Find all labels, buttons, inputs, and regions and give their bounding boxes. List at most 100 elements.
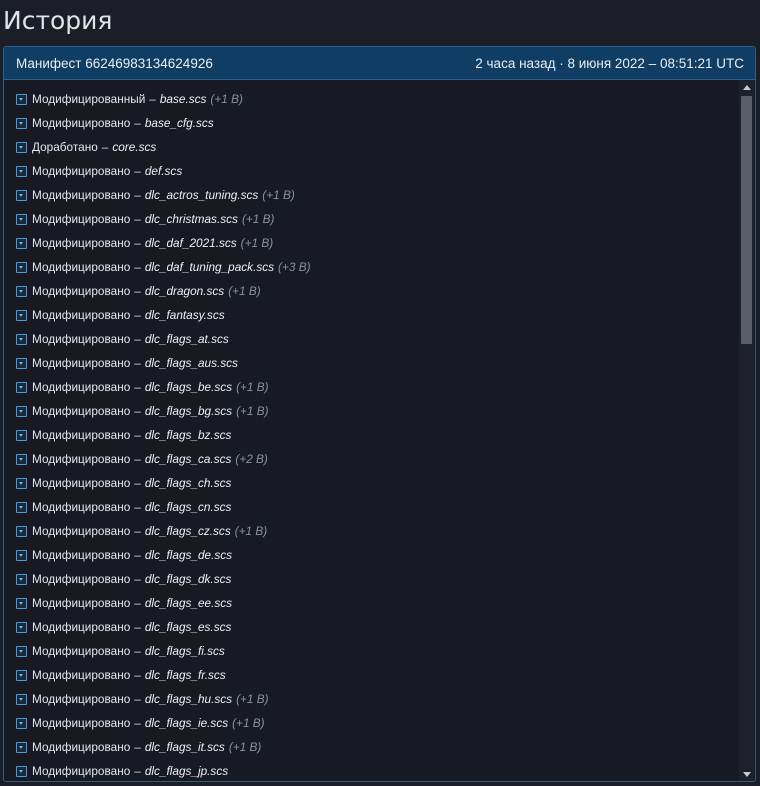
expand-icon[interactable] [16, 477, 27, 489]
expand-icon[interactable] [16, 597, 27, 609]
expand-icon[interactable] [16, 693, 27, 705]
expand-icon[interactable] [16, 333, 27, 345]
change-file: dlc_flags_ch.scs [144, 476, 232, 490]
expand-icon[interactable] [16, 189, 27, 201]
expand-icon[interactable] [16, 381, 27, 393]
change-item[interactable]: Модифицировано – dlc_daf_2021.scs (+1 B) [4, 231, 738, 255]
expand-icon[interactable] [16, 765, 27, 777]
change-file: dlc_daf_tuning_pack.scs [144, 260, 275, 274]
change-item[interactable]: Модифицировано – dlc_flags_fi.scs [4, 639, 738, 663]
change-separator: – [149, 92, 156, 106]
change-separator: – [101, 140, 109, 154]
expand-icon[interactable] [16, 669, 27, 681]
expand-icon[interactable] [16, 645, 27, 657]
change-item[interactable]: Модифицировано – base_cfg.scs [4, 111, 738, 135]
change-size-delta: (+1 B) [241, 212, 275, 226]
change-size-delta: (+1 B) [240, 236, 274, 250]
change-item[interactable]: Модифицировано – dlc_flags_de.scs [4, 543, 738, 567]
manifest-timestamp: 2 часа назад · 8 июня 2022 – 08:51:21 UT… [475, 55, 744, 71]
change-size-delta: (+1 B) [236, 404, 269, 418]
change-file: dlc_flags_cn.scs [144, 500, 232, 514]
change-action: Модифицировано [32, 332, 131, 346]
change-separator: – [134, 596, 141, 610]
change-item[interactable]: Модифицировано – dlc_flags_ca.scs (+2 B) [4, 447, 738, 471]
manifest-label: Манифест 66246983134624926 [16, 55, 213, 71]
change-item[interactable]: Модифицировано – dlc_flags_hu.scs (+1 B) [4, 687, 738, 711]
change-item[interactable]: Модифицировано – dlc_daf_tuning_pack.scs (+… [4, 255, 738, 279]
change-item[interactable]: Доработано – core.scs [4, 135, 738, 159]
change-item[interactable]: Модифицировано – dlc_actros_tuning.scs (+1 … [4, 183, 738, 207]
page-title: История [3, 6, 113, 35]
change-item[interactable]: Модифицировано – dlc_flags_jp.scs [4, 759, 738, 781]
change-action: Модифицировано [32, 164, 131, 178]
expand-icon[interactable] [16, 213, 27, 225]
change-separator: – [134, 524, 141, 538]
expand-icon[interactable] [16, 285, 27, 297]
expand-icon[interactable] [16, 741, 27, 753]
change-item[interactable]: Модифицировано – dlc_fantasy.scs [4, 303, 738, 327]
change-action: Модифицированный [32, 92, 146, 106]
change-size-delta: (+1 B) [232, 716, 265, 730]
change-item[interactable]: Модифицировано – dlc_flags_at.scs [4, 327, 738, 351]
change-file: dlc_flags_de.scs [144, 548, 233, 562]
expand-icon[interactable] [16, 429, 27, 441]
change-separator: – [134, 332, 141, 346]
change-separator: – [134, 164, 141, 178]
change-file: dlc_flags_dk.scs [144, 572, 232, 586]
expand-icon[interactable] [16, 261, 27, 273]
expand-icon[interactable] [16, 117, 27, 129]
change-size-delta: (+1 B) [236, 692, 269, 706]
expand-icon[interactable] [16, 573, 27, 585]
change-file: dlc_flags_cz.scs [144, 524, 231, 538]
change-item[interactable]: Модифицированный – base.scs (+1 B) [4, 87, 738, 111]
change-separator: – [134, 380, 141, 394]
change-item[interactable]: Модифицировано – dlc_flags_be.scs (+1 B) [4, 375, 738, 399]
change-item[interactable]: Модифицировано – dlc_flags_cn.scs [4, 495, 738, 519]
change-item[interactable]: Модифицировано – dlc_flags_ee.scs [4, 591, 738, 615]
change-separator: – [134, 716, 141, 730]
change-item[interactable]: Модифицировано – dlc_dragon.scs (+1 B) [4, 279, 738, 303]
expand-icon[interactable] [16, 405, 27, 417]
change-list: Модифицированный – base.scs (+1 B) Модифицир… [4, 80, 738, 781]
change-item[interactable]: Модифицировано – dlc_flags_dk.scs [4, 567, 738, 591]
expand-icon[interactable] [16, 93, 27, 105]
change-item[interactable]: Модифицировано – dlc_flags_it.scs (+1 B) [4, 735, 738, 759]
manifest-header[interactable]: Манифест 66246983134624926 2 часа назад … [4, 47, 755, 80]
expand-icon[interactable] [16, 357, 27, 369]
change-item[interactable]: Модифицировано – dlc_flags_fr.scs [4, 663, 738, 687]
expand-icon[interactable] [16, 549, 27, 561]
change-item[interactable]: Модифицировано – dlc_flags_aus.scs [4, 351, 738, 375]
expand-icon[interactable] [16, 501, 27, 513]
change-item[interactable]: Модифицировано – dlc_flags_bz.scs [4, 423, 738, 447]
expand-icon[interactable] [16, 453, 27, 465]
change-action: Модифицировано [32, 668, 131, 682]
change-action: Модифицировано [32, 452, 131, 466]
change-item[interactable]: Модифицировано – dlc_flags_es.scs [4, 615, 738, 639]
expand-icon[interactable] [16, 309, 27, 321]
change-item[interactable]: Модифицировано – def.scs [4, 159, 738, 183]
expand-icon[interactable] [16, 141, 27, 153]
change-action: Модифицировано [32, 764, 131, 778]
change-item[interactable]: Модифицировано – dlc_flags_ch.scs [4, 471, 738, 495]
change-action: Модифицировано [32, 572, 131, 586]
expand-icon[interactable] [16, 717, 27, 729]
expand-icon[interactable] [16, 525, 27, 537]
change-item[interactable]: Модифицировано – dlc_christmas.scs (+1 B) [4, 207, 738, 231]
change-size-delta: (+2 B) [235, 452, 268, 466]
expand-icon[interactable] [16, 165, 27, 177]
change-separator: – [134, 236, 141, 250]
change-separator: – [134, 644, 141, 658]
change-action: Модифицировано [32, 188, 131, 202]
scroll-up-arrow-icon[interactable] [739, 80, 754, 94]
expand-icon[interactable] [16, 621, 27, 633]
change-file: dlc_flags_es.scs [144, 620, 232, 634]
vertical-scrollbar[interactable] [739, 80, 754, 781]
change-action: Модифицировано [32, 116, 131, 130]
change-file: dlc_flags_bg.scs [144, 404, 233, 418]
scroll-down-arrow-icon[interactable] [739, 767, 754, 781]
change-item[interactable]: Модифицировано – dlc_flags_ie.scs (+1 B) [4, 711, 738, 735]
expand-icon[interactable] [16, 237, 27, 249]
change-item[interactable]: Модифицировано – dlc_flags_cz.scs (+1 B) [4, 519, 738, 543]
scroll-thumb[interactable] [741, 96, 752, 344]
change-item[interactable]: Модифицировано – dlc_flags_bg.scs (+1 B) [4, 399, 738, 423]
